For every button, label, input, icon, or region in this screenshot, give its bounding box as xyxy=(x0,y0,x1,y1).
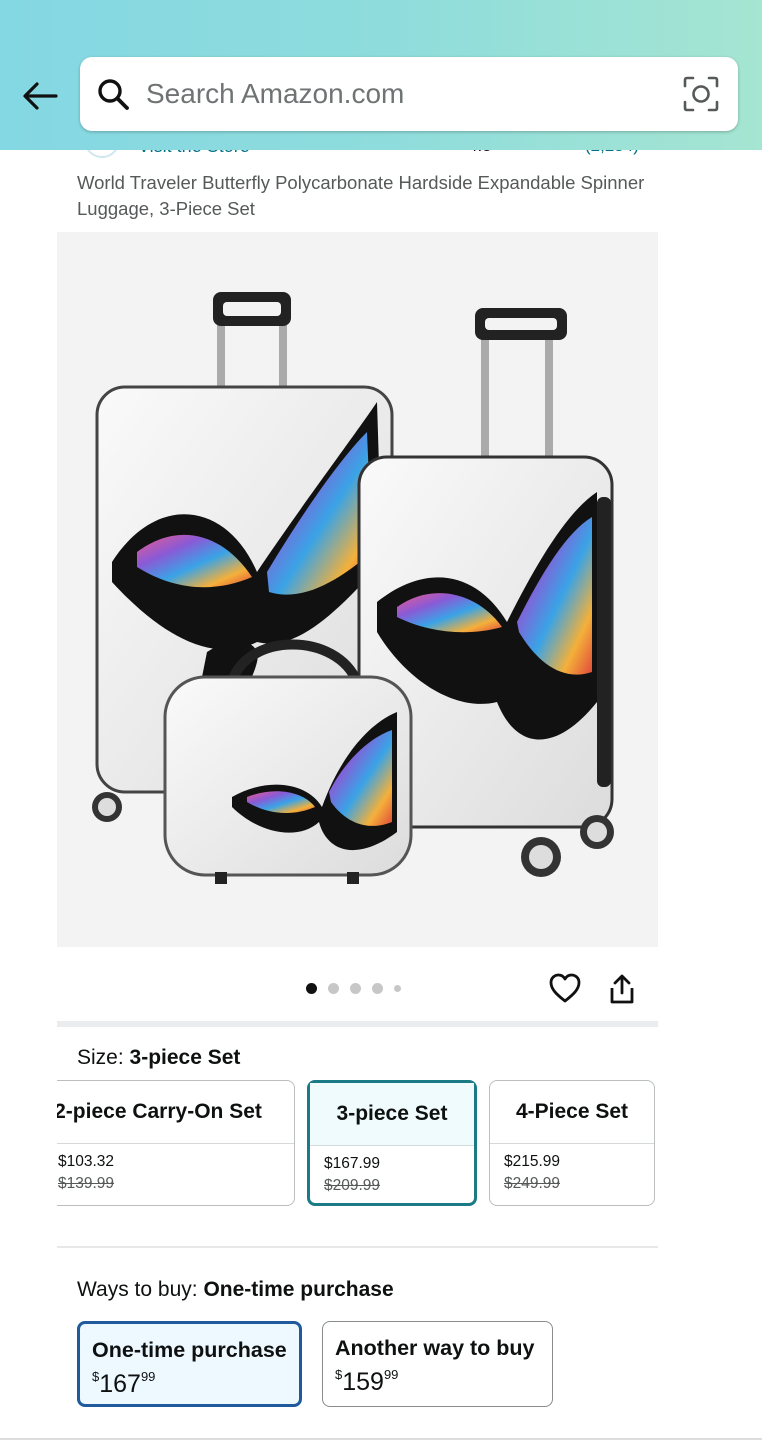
buy-option-name: Another way to buy xyxy=(335,1336,535,1360)
size-option-list-price: $209.99 xyxy=(324,1177,381,1194)
search-bar[interactable] xyxy=(80,57,738,131)
buy-option-name: One-time purchase xyxy=(92,1338,287,1362)
search-icon xyxy=(98,79,129,110)
selected-size: 3-piece Set xyxy=(129,1046,241,1069)
share-icon[interactable] xyxy=(607,973,637,1005)
one-time-purchase-option[interactable]: One-time purchase $16799 xyxy=(77,1321,302,1407)
product-title: World Traveler Butterfly Polycarbonate H… xyxy=(77,172,645,219)
carousel-dot-4[interactable] xyxy=(372,983,383,994)
app-header xyxy=(0,0,762,150)
product-image[interactable] xyxy=(57,232,658,947)
size-option-price: $103.32 xyxy=(58,1153,115,1170)
size-option-4-piece[interactable]: 4-Piece Set $215.99 $249.99 xyxy=(489,1080,655,1206)
luggage-set-image xyxy=(92,292,614,884)
size-option-name: 4-Piece Set xyxy=(490,1081,654,1144)
size-option-price: $167.99 xyxy=(324,1155,381,1172)
size-option-2-piece[interactable]: 2-piece Carry-On Set $103.32 $139.99 xyxy=(57,1080,295,1206)
size-option-price: $215.99 xyxy=(504,1153,561,1170)
size-option-list-price: $249.99 xyxy=(504,1175,561,1192)
image-carousel-dots xyxy=(306,983,401,994)
size-label: Size: 3-piece Set xyxy=(77,1046,241,1069)
buy-option-price: $16799 xyxy=(92,1368,156,1398)
ways-to-buy-label: Ways to buy: One-time purchase xyxy=(77,1278,394,1301)
carousel-dot-1[interactable] xyxy=(306,983,317,994)
size-option-3-piece[interactable]: 3-piece Set $167.99 $209.99 xyxy=(307,1080,477,1206)
size-option-name: 3-piece Set xyxy=(310,1083,474,1146)
buy-option-price: $15999 xyxy=(335,1366,399,1396)
camera-search-icon[interactable] xyxy=(682,75,720,113)
back-button[interactable] xyxy=(18,72,62,120)
back-arrow-icon xyxy=(23,82,58,110)
section-divider xyxy=(57,1021,658,1027)
size-option-list-price: $139.99 xyxy=(58,1175,115,1192)
section-divider xyxy=(57,1246,658,1248)
selected-way: One-time purchase xyxy=(203,1278,394,1301)
size-options: 2-piece Carry-On Set $103.32 $139.99 3-p… xyxy=(57,1080,762,1208)
another-way-to-buy-option[interactable]: Another way to buy $15999 xyxy=(322,1321,553,1407)
size-option-name: 2-piece Carry-On Set xyxy=(57,1081,294,1144)
carousel-dot-2[interactable] xyxy=(328,983,339,994)
carousel-dot-3[interactable] xyxy=(350,983,361,994)
carousel-dot-5[interactable] xyxy=(394,985,401,992)
wishlist-heart-icon[interactable] xyxy=(548,972,582,1004)
search-input[interactable] xyxy=(144,77,658,111)
